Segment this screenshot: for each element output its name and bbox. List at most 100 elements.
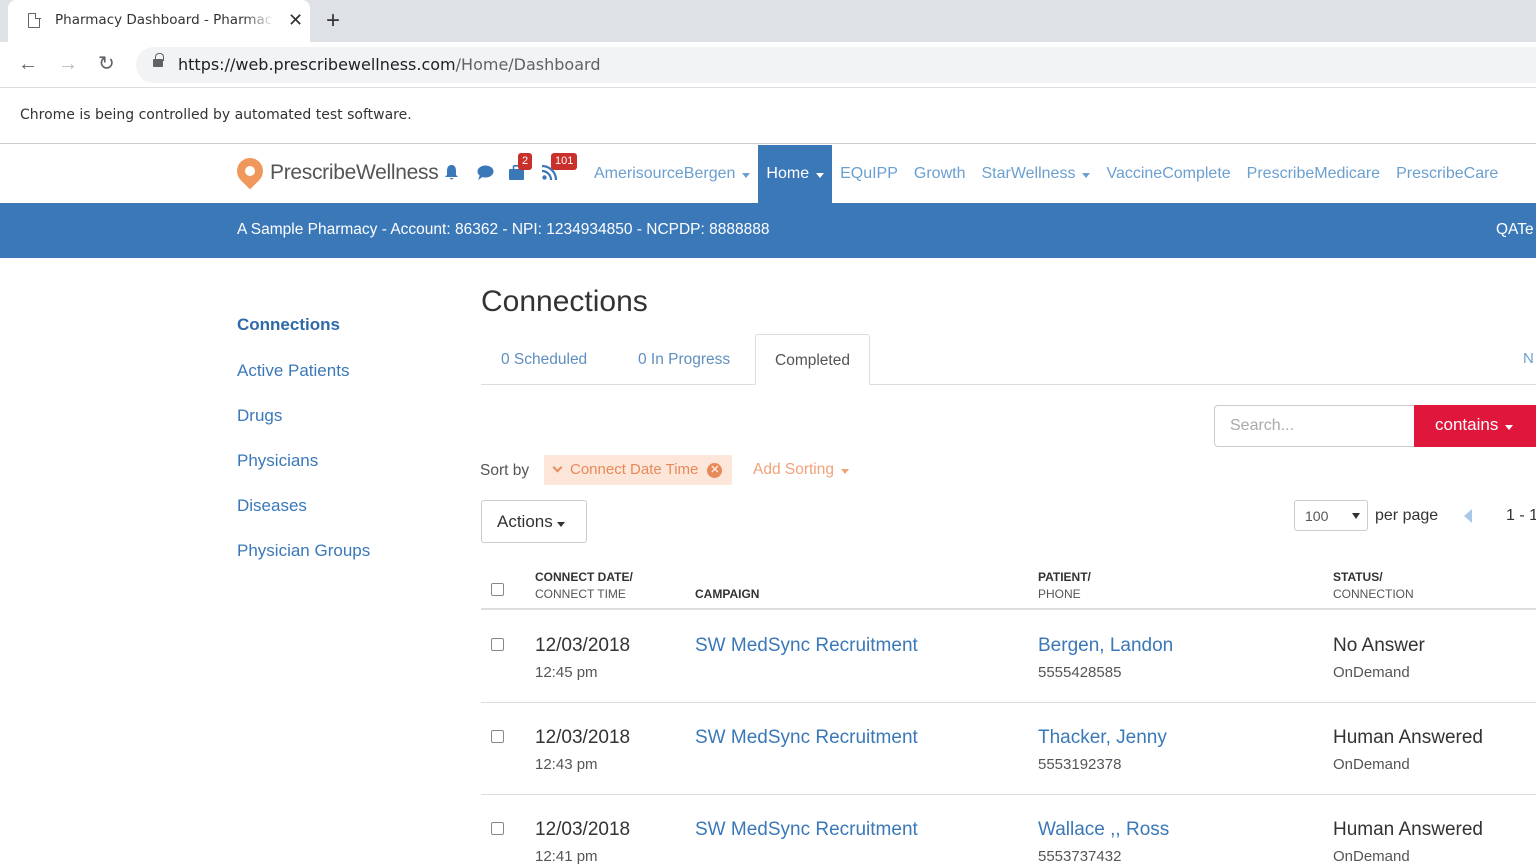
connection-status: No Answer — [1333, 635, 1425, 656]
infobar-text: Chrome is being controlled by automated … — [20, 107, 412, 123]
address-bar[interactable]: https://web.prescribewellness.com/Home/D… — [136, 47, 1536, 83]
add-sorting-button[interactable]: Add Sorting — [753, 461, 849, 479]
table-row: 12/03/2018 12:45 pm SW MedSync Recruitme… — [481, 611, 1536, 703]
connection-type: OnDemand — [1333, 848, 1410, 864]
campaign-link[interactable]: SW MedSync Recruitment — [695, 727, 918, 749]
per-page-select[interactable]: 100 — [1294, 500, 1368, 531]
sidebar-item-active-patients[interactable]: Active Patients — [237, 361, 349, 381]
per-page-label: per page — [1375, 507, 1439, 524]
per-page-value: 100 — [1305, 508, 1329, 524]
nav-amerisourcebergen[interactable]: AmerisourceBergen — [586, 145, 758, 203]
connect-time: 12:41 pm — [535, 848, 598, 864]
logo-pin-icon — [231, 152, 269, 190]
patient-link[interactable]: Thacker, Jenny — [1038, 727, 1167, 749]
row-checkbox[interactable] — [491, 638, 504, 651]
campaign-link[interactable]: SW MedSync Recruitment — [695, 819, 918, 841]
user-menu[interactable]: QATe — [1496, 221, 1534, 239]
select-all-checkbox[interactable] — [491, 583, 504, 596]
tab-overflow[interactable]: N — [1523, 350, 1534, 367]
select-arrow-icon — [1352, 513, 1360, 519]
nav-home[interactable]: Home — [758, 145, 833, 203]
sort-chip-label: Connect Date Time — [570, 461, 699, 478]
nav-label: EQuIPP — [840, 165, 898, 182]
contains-dropdown-button[interactable]: contains — [1414, 405, 1536, 447]
url-text: https://web.prescribewellness.com/Home/D… — [178, 55, 600, 74]
col-connection-label: CONNECTION — [1333, 587, 1414, 601]
prev-page-icon[interactable] — [1464, 509, 1472, 523]
col-status[interactable]: STATUS/CONNECTION — [1333, 569, 1414, 603]
tab-title: Pharmacy Dashboard - Pharmacy — [55, 12, 273, 28]
tab-in-progress[interactable]: 0 In Progress — [638, 334, 730, 385]
col-campaign-label: CAMPAIGN — [695, 587, 760, 601]
nav-starwellness[interactable]: StarWellness — [973, 145, 1098, 203]
nav-growth[interactable]: Growth — [906, 145, 974, 203]
tab-scheduled[interactable]: 0 Scheduled — [501, 334, 587, 385]
actions-button[interactable]: Actions — [481, 500, 587, 543]
sidebar-item-diseases[interactable]: Diseases — [237, 496, 307, 516]
reload-icon[interactable]: ↻ — [98, 51, 115, 77]
sidebar-item-drugs[interactable]: Drugs — [237, 406, 282, 426]
col-patient[interactable]: PATIENT/PHONE — [1038, 569, 1091, 603]
tab-completed[interactable]: Completed — [755, 334, 870, 385]
caret-down-icon — [1082, 172, 1091, 178]
row-checkbox[interactable] — [491, 730, 504, 743]
close-icon[interactable]: ✕ — [288, 10, 303, 30]
url-host: https://web.prescribewellness.com — [178, 55, 456, 74]
automation-infobar: Chrome is being controlled by automated … — [0, 89, 1536, 144]
page-icon — [28, 12, 41, 28]
nav-prescribecare[interactable]: PrescribeCare — [1388, 145, 1506, 203]
campaign-link[interactable]: SW MedSync Recruitment — [695, 635, 918, 657]
nav-prescribemedicare[interactable]: PrescribeMedicare — [1239, 145, 1388, 203]
search-input[interactable] — [1214, 405, 1414, 447]
col-status-label: STATUS/ — [1333, 570, 1383, 584]
caret-down-icon — [742, 172, 751, 178]
table-row: 12/03/2018 12:41 pm SW MedSync Recruitme… — [481, 795, 1536, 864]
connection-status: Human Answered — [1333, 727, 1483, 748]
nav-label: Home — [766, 165, 810, 182]
connection-type: OnDemand — [1333, 756, 1410, 773]
add-sorting-label: Add Sorting — [753, 461, 834, 478]
sidebar-item-connections[interactable]: Connections — [237, 315, 340, 335]
caret-down-icon — [841, 469, 849, 474]
connect-date: 12/03/2018 — [535, 727, 631, 748]
sort-by-label: Sort by — [480, 462, 530, 479]
col-connect-date-label: CONNECT DATE/ — [535, 570, 633, 584]
new-tab-plus-icon[interactable]: + — [326, 8, 340, 34]
col-connect-date[interactable]: CONNECT DATE/CONNECT TIME — [535, 569, 633, 603]
actions-label: Actions — [497, 512, 553, 531]
patient-link[interactable]: Bergen, Landon — [1038, 635, 1173, 657]
connect-time: 12:45 pm — [535, 664, 598, 681]
remove-sort-icon[interactable]: ✕ — [707, 463, 723, 478]
connect-time: 12:43 pm — [535, 756, 598, 773]
sidebar-item-physicians[interactable]: Physicians — [237, 451, 318, 471]
browser-tabstrip: Pharmacy Dashboard - Pharmacy ✕ + — [0, 0, 1536, 42]
app-header: PrescribeWellness 2 101 AmerisourceBerge… — [0, 145, 1536, 203]
account-bar: A Sample Pharmacy - Account: 86362 - NPI… — [0, 203, 1536, 258]
table-row: 12/03/2018 12:43 pm SW MedSync Recruitme… — [481, 703, 1536, 795]
caret-down-icon — [1505, 425, 1514, 430]
col-phone-label: PHONE — [1038, 587, 1081, 601]
sort-chip[interactable]: Connect Date Time ✕ — [544, 455, 733, 485]
patient-phone: 5553192378 — [1038, 756, 1122, 773]
nav-vaccinecomplete[interactable]: VaccineComplete — [1098, 145, 1238, 203]
row-checkbox[interactable] — [491, 822, 504, 835]
nav-label: PrescribeCare — [1396, 165, 1499, 182]
bell-icon[interactable] — [444, 165, 458, 180]
browser-toolbar: ← → ↻ https://web.prescribewellness.com/… — [0, 42, 1536, 88]
patient-link[interactable]: Wallace ,, Ross — [1038, 819, 1169, 841]
nav-equipp[interactable]: EQuIPP — [832, 145, 906, 203]
browser-tab[interactable]: Pharmacy Dashboard - Pharmacy ✕ — [8, 0, 310, 42]
tab-title-fade — [243, 10, 275, 32]
chat-icon[interactable] — [477, 165, 494, 180]
connection-tabs: 0 Scheduled 0 In Progress Completed — [481, 334, 1536, 385]
col-campaign[interactable]: CAMPAIGN — [695, 586, 759, 603]
sidebar-item-physician-groups[interactable]: Physician Groups — [237, 541, 370, 561]
chevron-down-icon[interactable] — [552, 462, 563, 473]
forward-arrow-icon[interactable]: → — [58, 51, 78, 77]
back-arrow-icon[interactable]: ← — [18, 51, 38, 77]
col-connect-time-label: CONNECT TIME — [535, 587, 626, 601]
nav-label: VaccineComplete — [1106, 165, 1231, 182]
patient-phone: 5555428585 — [1038, 664, 1122, 681]
connection-status: Human Answered — [1333, 819, 1483, 840]
nav-label: AmerisourceBergen — [594, 165, 736, 182]
